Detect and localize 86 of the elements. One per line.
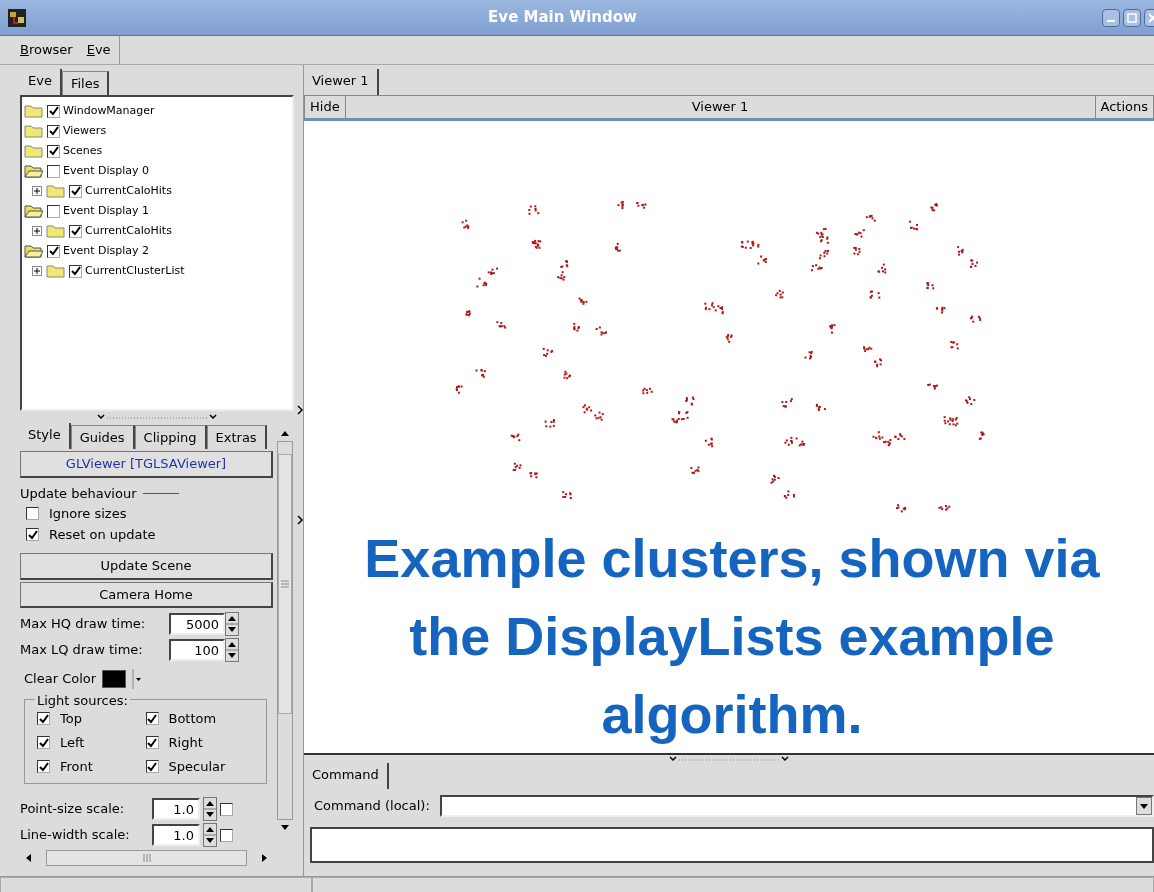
spinner-icon[interactable] xyxy=(225,638,239,662)
checkbox[interactable] xyxy=(47,244,60,258)
hide-button[interactable]: Hide xyxy=(305,96,346,118)
scrollbar-thumb[interactable] xyxy=(278,454,292,714)
app-icon xyxy=(8,8,26,27)
field-label: Clear Color xyxy=(24,670,97,689)
expand-icon[interactable] xyxy=(32,225,43,237)
checkbox-label: Ignore sizes xyxy=(49,504,127,523)
browser-tab[interactable]: Files xyxy=(61,70,110,95)
spinner-icon[interactable] xyxy=(225,612,239,636)
checkbox-label: Top xyxy=(60,709,82,728)
checkbox-label: Right xyxy=(168,733,203,752)
splitter-handle-icon[interactable] xyxy=(669,755,789,763)
checkbox[interactable] xyxy=(220,802,233,816)
checkbox-label: Bottom xyxy=(168,709,217,728)
splitter-handle-icon[interactable] xyxy=(97,413,217,421)
tree-item[interactable]: Viewers xyxy=(63,122,107,140)
checkbox[interactable] xyxy=(220,828,233,842)
minimize-button[interactable] xyxy=(1102,8,1120,27)
checkbox[interactable] xyxy=(47,164,60,178)
number-field[interactable]: 1.0 xyxy=(152,798,200,820)
number-field[interactable]: 5000 xyxy=(169,613,225,635)
expand-icon[interactable] xyxy=(32,265,43,277)
checkbox-label: Left xyxy=(60,733,85,752)
checkbox[interactable] xyxy=(37,736,50,749)
spinner-icon[interactable] xyxy=(203,797,217,821)
checkbox[interactable] xyxy=(145,712,159,725)
action-button[interactable]: Camera Home xyxy=(20,581,273,608)
tree-item[interactable]: CurrentCaloHits xyxy=(85,222,172,240)
viewer-class-button[interactable]: GLViewer [TGLSAViewer] xyxy=(20,451,273,478)
tree-item[interactable]: Event Display 0 xyxy=(63,162,150,180)
checkbox[interactable] xyxy=(145,760,159,773)
scroll-left-icon[interactable] xyxy=(24,853,32,863)
tree-item[interactable]: Event Display 2 xyxy=(63,242,150,260)
tree-item[interactable]: WindowManager xyxy=(63,102,155,120)
tree-item[interactable]: Event Display 1 xyxy=(63,202,150,220)
checkbox[interactable] xyxy=(47,124,60,138)
scroll-up-icon[interactable] xyxy=(280,429,290,437)
grip-icon xyxy=(280,580,290,588)
editor-tab[interactable]: Clipping xyxy=(134,424,207,449)
field-label: Max HQ draw time: xyxy=(20,615,146,634)
checkbox[interactable] xyxy=(47,104,60,118)
checkbox[interactable] xyxy=(47,204,60,218)
checkbox-label: Specular xyxy=(168,757,226,776)
number-field[interactable]: 100 xyxy=(169,639,225,661)
grip-icon xyxy=(141,853,152,863)
menu-item[interactable]: Eve xyxy=(86,40,111,60)
color-swatch[interactable] xyxy=(102,670,127,688)
checkbox[interactable] xyxy=(145,736,159,749)
editor-tab[interactable]: Extras xyxy=(206,424,267,449)
maximize-button[interactable] xyxy=(1123,8,1141,27)
checkbox[interactable] xyxy=(26,507,39,520)
menu-item[interactable]: Browser xyxy=(20,40,73,60)
checkbox[interactable] xyxy=(26,528,39,541)
scroll-right-icon[interactable] xyxy=(261,853,269,863)
actions-button[interactable]: Actions xyxy=(1095,96,1153,118)
command-combo[interactable] xyxy=(439,795,1154,817)
checkbox[interactable] xyxy=(69,264,82,278)
number-field[interactable]: 1.0 xyxy=(152,824,200,846)
tree-item[interactable]: CurrentCaloHits xyxy=(85,182,172,200)
tree-item[interactable]: Scenes xyxy=(63,142,103,160)
checkbox-label: Front xyxy=(60,757,93,776)
maximize-icon xyxy=(1127,12,1137,23)
field-label: Point-size scale: xyxy=(20,800,125,819)
checkbox[interactable] xyxy=(37,712,50,725)
expand-icon[interactable] xyxy=(32,185,43,197)
window-title: Eve Main Window xyxy=(487,7,638,29)
editor-tab[interactable]: Guides xyxy=(70,424,135,449)
tree-item[interactable]: CurrentClusterList xyxy=(85,262,185,280)
caption-text: Example clusters, shown via the DisplayLists example algorithm. xyxy=(363,527,1101,746)
scrollbar-thumb[interactable] xyxy=(46,850,247,866)
section-label: Update behaviour xyxy=(20,484,137,503)
field-label: Line-width scale: xyxy=(20,826,130,845)
viewer-title: Viewer 1 xyxy=(345,96,1096,118)
checkbox[interactable] xyxy=(69,224,82,238)
scroll-down-icon[interactable] xyxy=(280,824,290,832)
action-button[interactable]: Update Scene xyxy=(20,553,273,580)
dropdown-arrow-icon[interactable] xyxy=(132,669,143,689)
field-label: Max LQ draw time: xyxy=(20,641,143,660)
minimize-icon xyxy=(1107,19,1115,22)
checkbox[interactable] xyxy=(47,144,60,158)
checkbox[interactable] xyxy=(37,760,50,773)
field-label: Command (local): xyxy=(314,797,430,816)
checkbox-label: Reset on update xyxy=(49,525,156,544)
checkbox[interactable] xyxy=(69,184,82,198)
spinner-icon[interactable] xyxy=(203,823,217,847)
